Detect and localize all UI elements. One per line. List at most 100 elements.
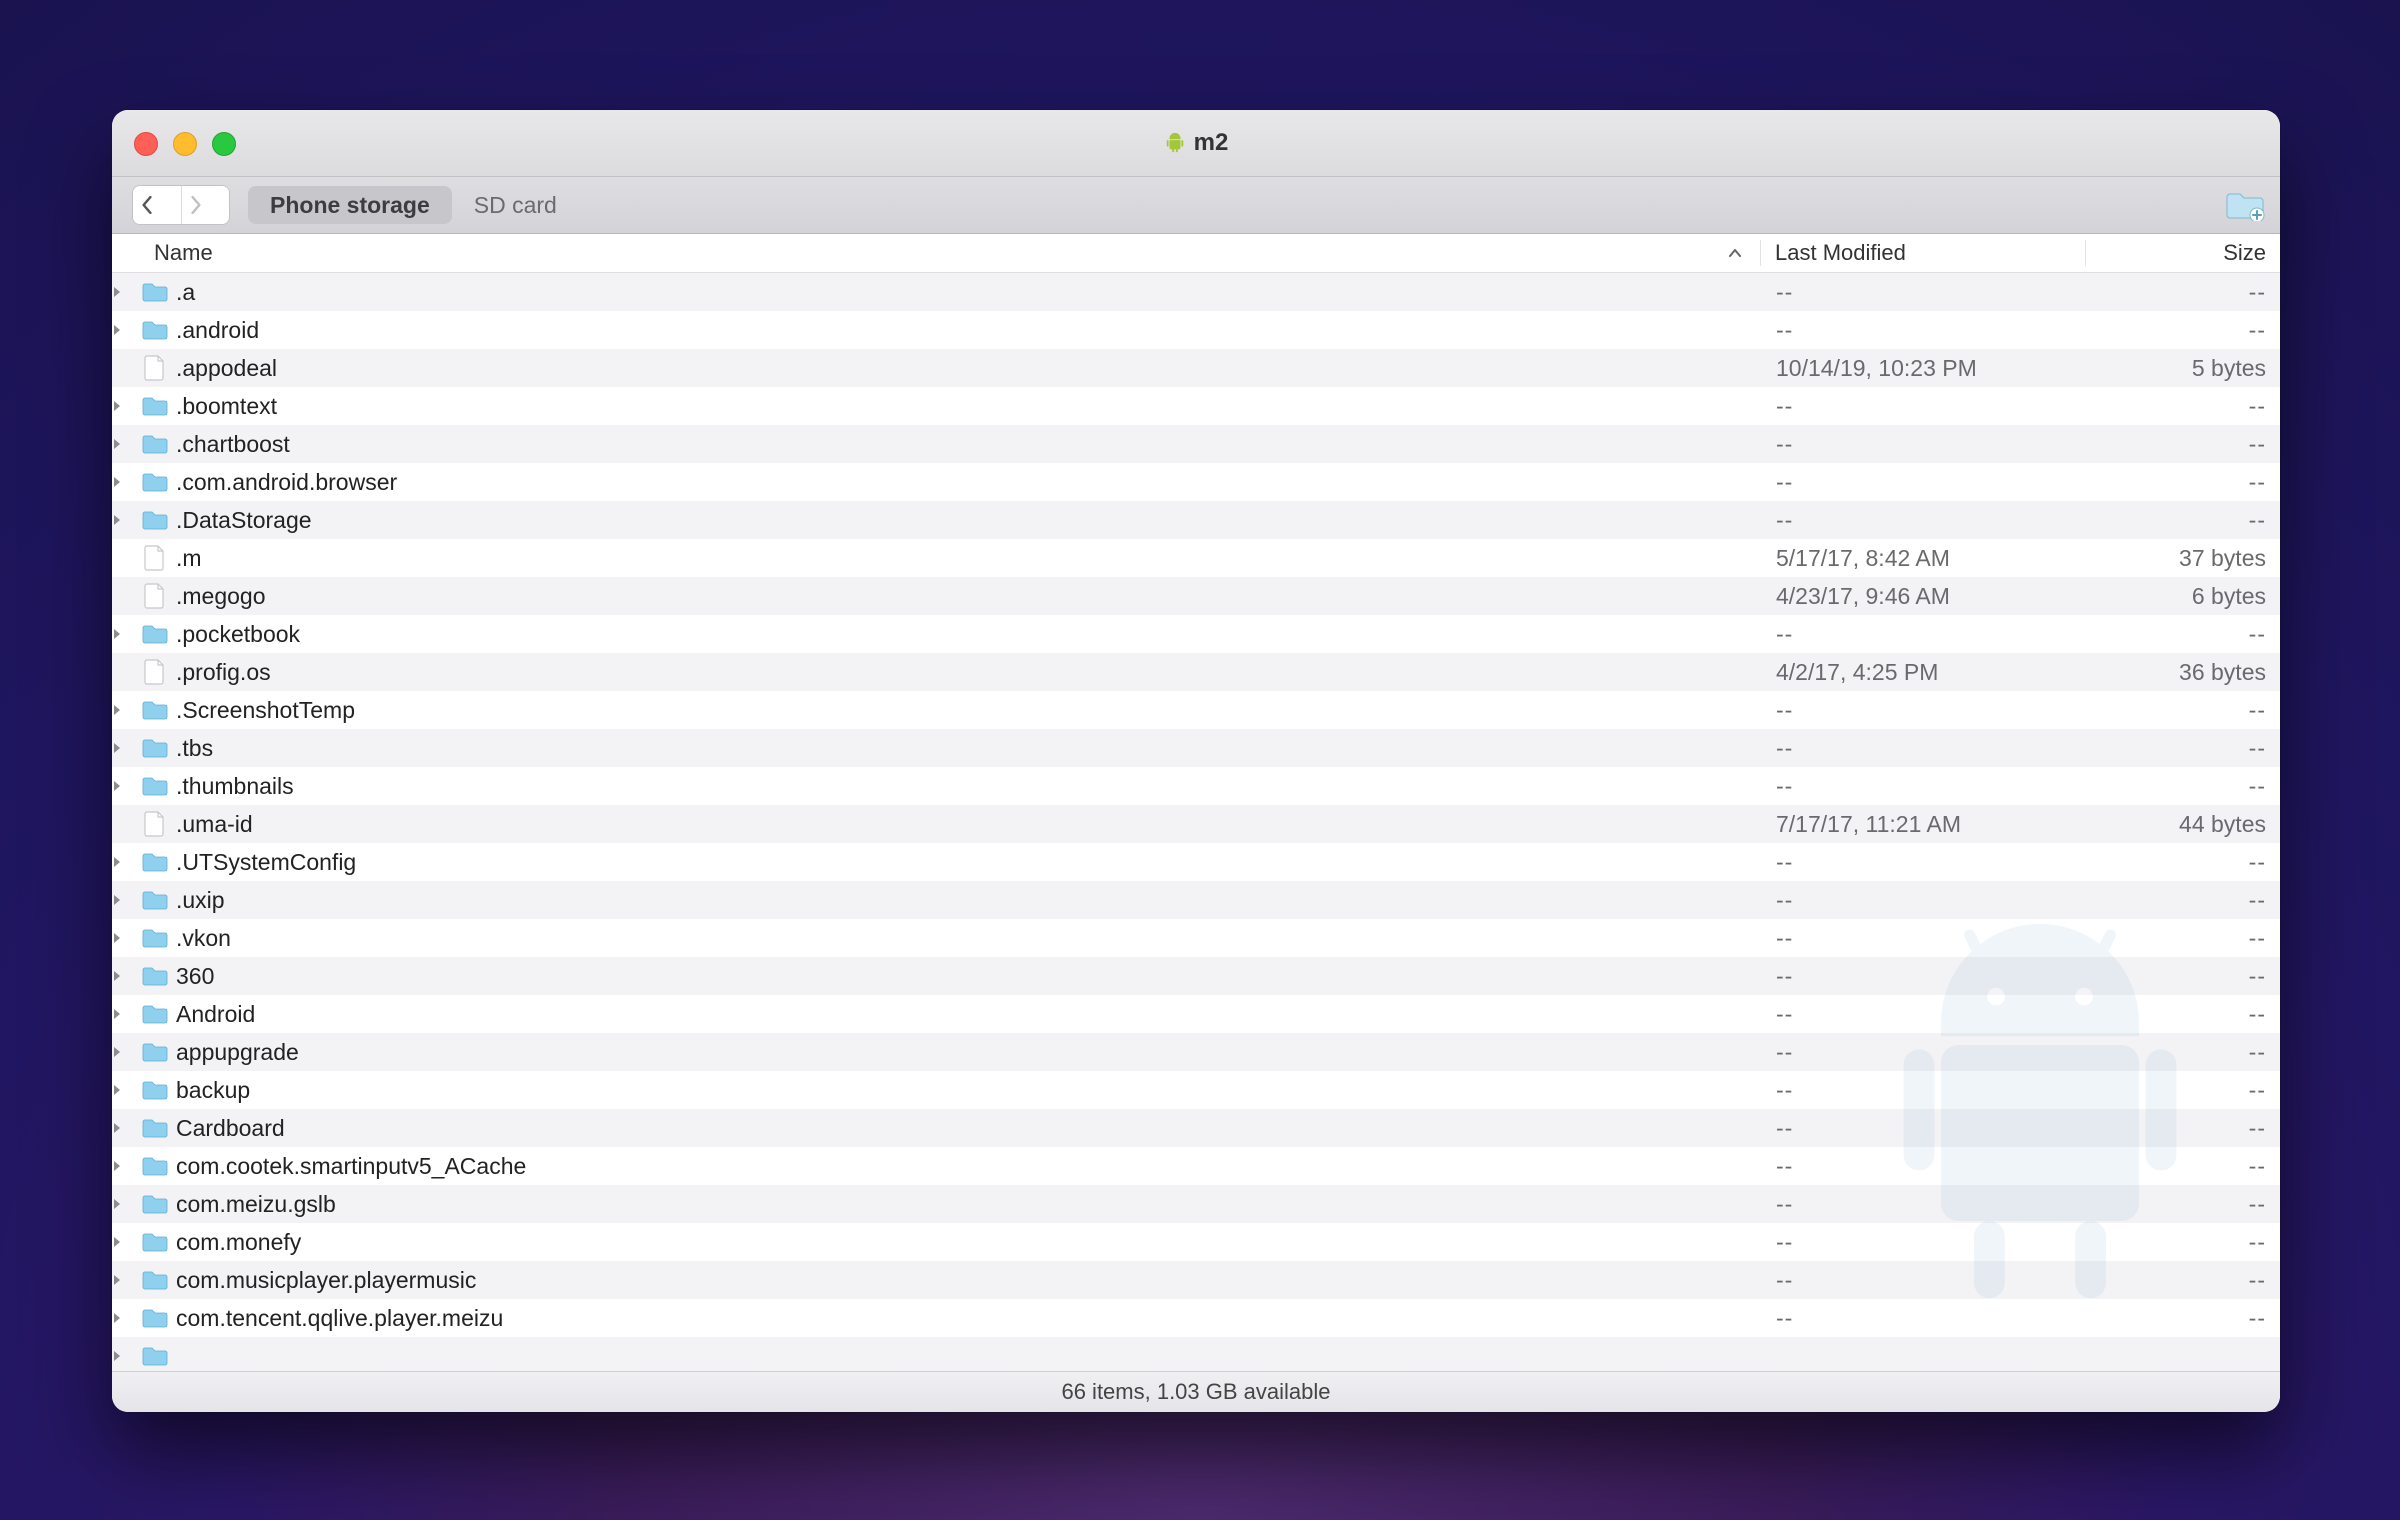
folder-icon	[140, 433, 170, 455]
file-row[interactable]: .UTSystemConfig----	[112, 843, 2280, 881]
file-row[interactable]: .pocketbook----	[112, 615, 2280, 653]
file-modified: --	[1762, 1115, 2086, 1142]
column-size[interactable]: Size	[2085, 240, 2280, 266]
file-row[interactable]: .com.android.browser----	[112, 463, 2280, 501]
storage-tab-1[interactable]: SD card	[452, 186, 579, 224]
disclosure-triangle-icon[interactable]	[112, 1236, 140, 1248]
file-icon	[140, 811, 170, 837]
file-row[interactable]: .appodeal10/14/19, 10:23 PM5 bytes	[112, 349, 2280, 387]
file-row[interactable]: .megogo4/23/17, 9:46 AM6 bytes	[112, 577, 2280, 615]
file-name: backup	[170, 1077, 1762, 1104]
disclosure-triangle-icon[interactable]	[112, 932, 140, 944]
file-size: --	[2086, 1115, 2280, 1142]
file-size: --	[2086, 279, 2280, 306]
disclosure-triangle-icon[interactable]	[112, 856, 140, 868]
file-row[interactable]: .uxip----	[112, 881, 2280, 919]
file-name: .boomtext	[170, 393, 1762, 420]
disclosure-triangle-icon[interactable]	[112, 628, 140, 640]
file-name: com.musicplayer.playermusic	[170, 1267, 1762, 1294]
disclosure-triangle-icon[interactable]	[112, 742, 140, 754]
disclosure-triangle-icon[interactable]	[112, 1046, 140, 1058]
file-row[interactable]: 360----	[112, 957, 2280, 995]
file-row[interactable]: .profig.os4/2/17, 4:25 PM36 bytes	[112, 653, 2280, 691]
file-row[interactable]: .tbs----	[112, 729, 2280, 767]
file-row[interactable]: Cardboard----	[112, 1109, 2280, 1147]
file-size: --	[2086, 697, 2280, 724]
file-row[interactable]: com.tencent.qqlive.player.meizu----	[112, 1299, 2280, 1337]
disclosure-triangle-icon[interactable]	[112, 1312, 140, 1324]
disclosure-triangle-icon[interactable]	[112, 1274, 140, 1286]
folder-icon	[140, 1307, 170, 1329]
file-row[interactable]: com.monefy----	[112, 1223, 2280, 1261]
file-name: com.cootek.smartinputv5_ACache	[170, 1153, 1762, 1180]
file-row[interactable]: com.musicplayer.playermusic----	[112, 1261, 2280, 1299]
storage-tab-0[interactable]: Phone storage	[248, 186, 452, 224]
folder-icon	[140, 1231, 170, 1253]
disclosure-triangle-icon[interactable]	[112, 400, 140, 412]
file-row[interactable]: .uma-id7/17/17, 11:21 AM44 bytes	[112, 805, 2280, 843]
back-button[interactable]	[133, 186, 181, 224]
file-size: --	[2086, 1267, 2280, 1294]
close-button[interactable]	[134, 132, 158, 156]
file-name: .uma-id	[170, 811, 1762, 838]
column-name[interactable]: Name	[112, 240, 1760, 266]
disclosure-triangle-icon[interactable]	[112, 286, 140, 298]
file-row[interactable]: .thumbnails----	[112, 767, 2280, 805]
file-row[interactable]	[112, 1337, 2280, 1371]
file-row[interactable]: .m5/17/17, 8:42 AM37 bytes	[112, 539, 2280, 577]
file-row[interactable]: .android----	[112, 311, 2280, 349]
file-name: .android	[170, 317, 1762, 344]
window-controls	[134, 132, 236, 156]
disclosure-triangle-icon[interactable]	[112, 514, 140, 526]
file-row[interactable]: .vkon----	[112, 919, 2280, 957]
disclosure-triangle-icon[interactable]	[112, 970, 140, 982]
file-row[interactable]: .DataStorage----	[112, 501, 2280, 539]
file-row[interactable]: com.meizu.gslb----	[112, 1185, 2280, 1223]
maximize-button[interactable]	[212, 132, 236, 156]
disclosure-triangle-icon[interactable]	[112, 780, 140, 792]
file-row[interactable]: .boomtext----	[112, 387, 2280, 425]
column-modified[interactable]: Last Modified	[1760, 240, 2085, 266]
file-name: .uxip	[170, 887, 1762, 914]
file-row[interactable]: appupgrade----	[112, 1033, 2280, 1071]
forward-button[interactable]	[181, 186, 229, 224]
file-modified: 10/14/19, 10:23 PM	[1762, 355, 2086, 382]
disclosure-triangle-icon[interactable]	[112, 1084, 140, 1096]
file-row[interactable]: com.cootek.smartinputv5_ACache----	[112, 1147, 2280, 1185]
disclosure-triangle-icon[interactable]	[112, 1350, 140, 1362]
file-modified: --	[1762, 963, 2086, 990]
file-row[interactable]: .a----	[112, 273, 2280, 311]
disclosure-triangle-icon[interactable]	[112, 1122, 140, 1134]
file-row[interactable]: Android----	[112, 995, 2280, 1033]
file-list[interactable]: .a----.android----.appodeal10/14/19, 10:…	[112, 273, 2280, 1371]
minimize-button[interactable]	[173, 132, 197, 156]
file-size: --	[2086, 621, 2280, 648]
file-modified: --	[1762, 507, 2086, 534]
disclosure-triangle-icon[interactable]	[112, 324, 140, 336]
disclosure-triangle-icon[interactable]	[112, 1008, 140, 1020]
file-modified: --	[1762, 773, 2086, 800]
file-size: 37 bytes	[2086, 545, 2280, 572]
disclosure-triangle-icon[interactable]	[112, 476, 140, 488]
column-headers: Name Last Modified Size	[112, 234, 2280, 273]
file-modified: --	[1762, 1153, 2086, 1180]
disclosure-triangle-icon[interactable]	[112, 1160, 140, 1172]
file-modified: 5/17/17, 8:42 AM	[1762, 545, 2086, 572]
file-size: --	[2086, 317, 2280, 344]
file-size: --	[2086, 773, 2280, 800]
file-icon	[140, 355, 170, 381]
disclosure-triangle-icon[interactable]	[112, 438, 140, 450]
disclosure-triangle-icon[interactable]	[112, 1198, 140, 1210]
disclosure-triangle-icon[interactable]	[112, 704, 140, 716]
file-icon	[140, 659, 170, 685]
folder-icon	[140, 1003, 170, 1025]
file-row[interactable]: .chartboost----	[112, 425, 2280, 463]
folder-icon	[140, 1193, 170, 1215]
file-row[interactable]: .ScreenshotTemp----	[112, 691, 2280, 729]
file-row[interactable]: backup----	[112, 1071, 2280, 1109]
file-size: 6 bytes	[2086, 583, 2280, 610]
disclosure-triangle-icon[interactable]	[112, 894, 140, 906]
file-modified: 4/23/17, 9:46 AM	[1762, 583, 2086, 610]
new-folder-button[interactable]	[2224, 188, 2266, 222]
folder-icon	[140, 1041, 170, 1063]
